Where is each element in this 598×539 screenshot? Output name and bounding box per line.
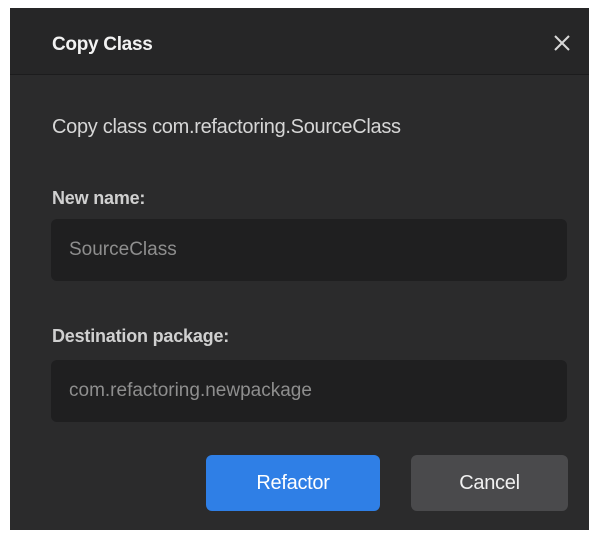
- close-icon[interactable]: [549, 30, 575, 56]
- destination-package-label: Destination package:: [52, 326, 230, 346]
- destination-package-input[interactable]: [51, 360, 567, 422]
- dialog-title: Copy Class: [52, 34, 153, 55]
- dialog-titlebar: Copy Class: [10, 8, 589, 75]
- new-name-input[interactable]: [51, 219, 567, 281]
- cancel-button[interactable]: Cancel: [411, 455, 568, 511]
- refactor-button[interactable]: Refactor: [206, 455, 380, 511]
- dialog-description: Copy class com.refactoring.SourceClass: [52, 116, 401, 138]
- new-name-label: New name:: [52, 188, 146, 208]
- copy-class-dialog: Copy Class Copy class com.refactoring.So…: [10, 8, 589, 530]
